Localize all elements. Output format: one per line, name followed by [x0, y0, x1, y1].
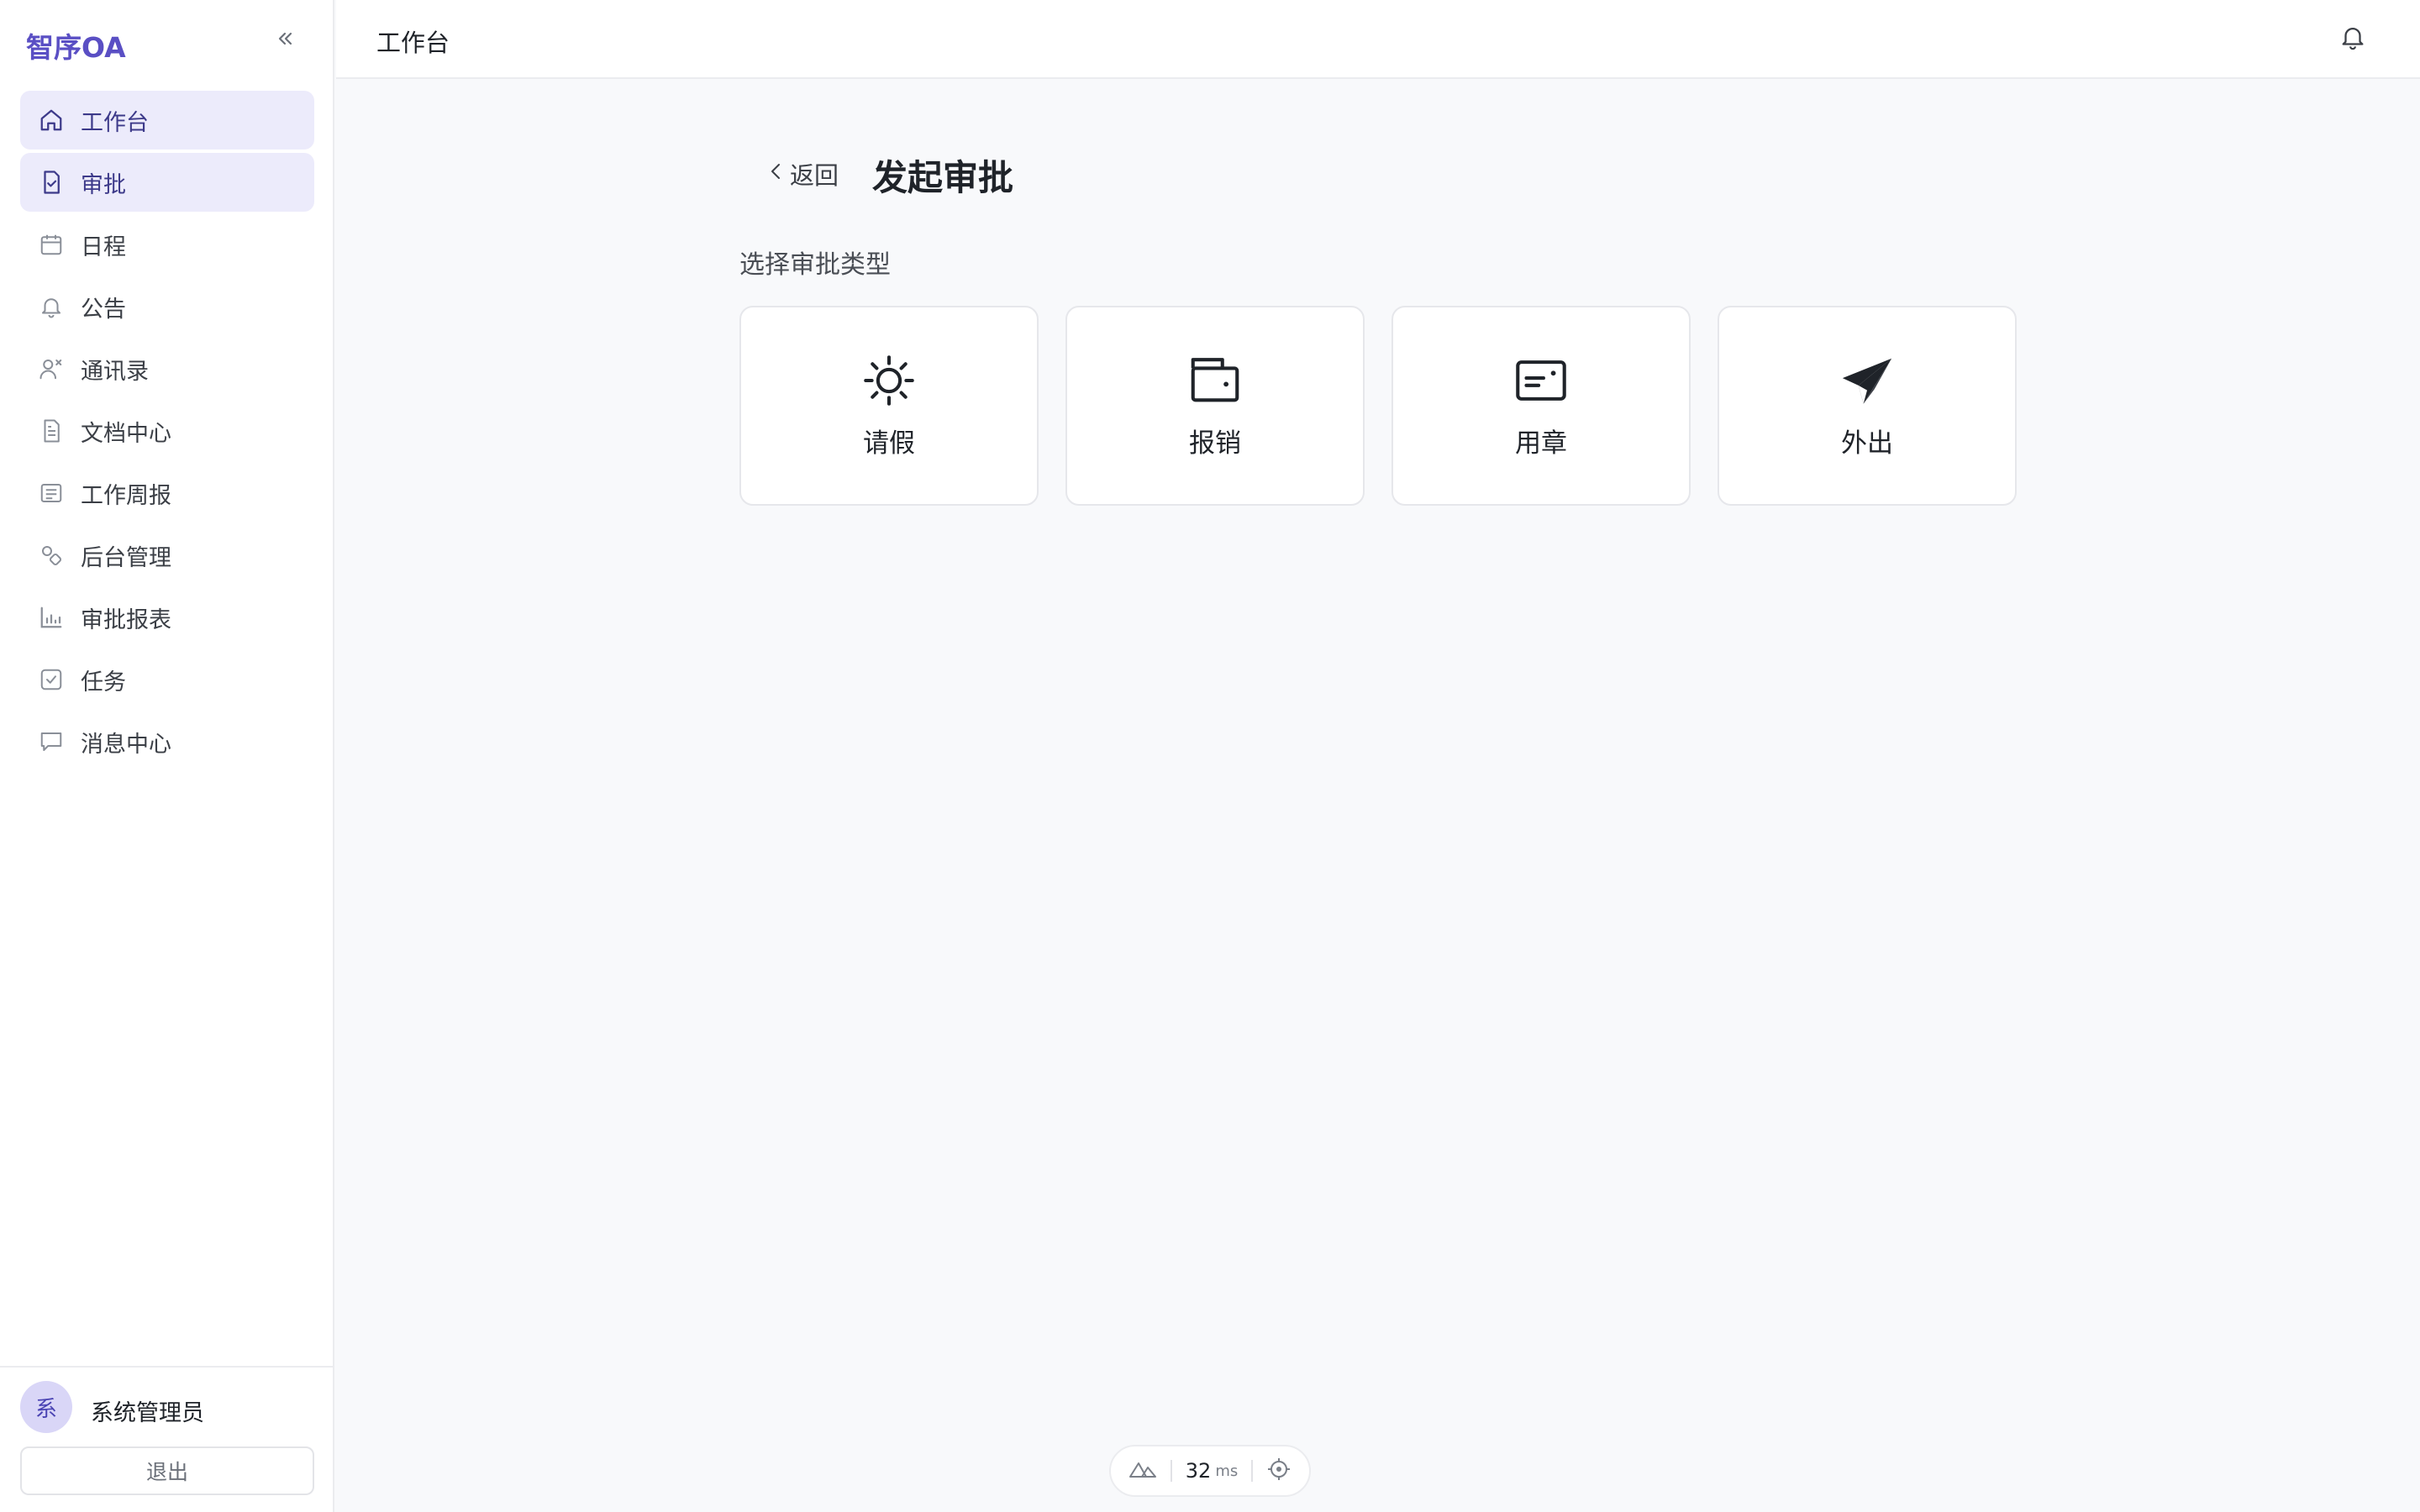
approval-type-label: 外出 [1841, 428, 1893, 459]
sidebar-collapse-button[interactable] [271, 25, 301, 55]
home-icon [39, 108, 64, 133]
approval-type-label: 用章 [1515, 428, 1567, 459]
avatar[interactable]: 系 [20, 1381, 72, 1433]
sidebar-item-label: 审批 [81, 171, 126, 198]
calendar-icon [39, 232, 64, 257]
sidebar-item-label: 通讯录 [81, 358, 149, 385]
card-icon [1512, 351, 1570, 410]
sidebar-item-schedule[interactable]: 日程 [20, 215, 314, 274]
render-time-value: 32 [1185, 1459, 1212, 1483]
sidebar-item-messages[interactable]: 消息中心 [20, 712, 314, 771]
approval-type-seal[interactable]: 用章 [1392, 306, 1691, 506]
approval-type-label: 请假 [863, 428, 915, 459]
app-brand[interactable]: 智序OA [26, 25, 126, 66]
back-label: 返回 [790, 161, 839, 190]
page-title: 发起审批 [872, 157, 1014, 198]
bell-icon [39, 294, 64, 319]
list-icon [39, 480, 64, 506]
contacts-icon [39, 356, 64, 381]
back-button[interactable]: 返回 [766, 156, 839, 192]
chevrons-left-icon [276, 29, 295, 51]
sun-icon [860, 351, 918, 410]
logout-button[interactable]: 退出 [20, 1446, 314, 1495]
mountain-logo-icon[interactable] [1128, 1459, 1157, 1483]
approval-type-reimburse[interactable]: 报销 [1065, 306, 1365, 506]
wallet-icon [1186, 351, 1244, 410]
sidebar-item-label: 工作台 [81, 109, 149, 136]
sidebar-item-workbench[interactable]: 工作台 [20, 91, 314, 150]
approval-type-list: 请假 报销 用章 外出 [739, 306, 2044, 506]
divider [1251, 1460, 1254, 1482]
crosshair-icon[interactable] [1266, 1457, 1292, 1485]
sidebar-item-label: 公告 [81, 296, 126, 323]
approval-type-label: 报销 [1189, 428, 1241, 459]
sidebar-item-label: 文档中心 [81, 420, 171, 447]
sidebar-item-admin[interactable]: 后台管理 [20, 526, 314, 585]
sidebar-item-label: 后台管理 [81, 544, 171, 571]
topbar-title: 工作台 [376, 29, 450, 57]
sidebar-footer: 系 系统管理员 退出 [0, 1366, 334, 1512]
sidebar-item-contacts[interactable]: 通讯录 [20, 339, 314, 398]
sidebar-item-label: 任务 [81, 669, 126, 696]
sidebar-item-tasks[interactable]: 任务 [20, 650, 314, 709]
document-icon [39, 418, 64, 444]
user-name: 系统管理员 [91, 1400, 204, 1426]
admin-icon [39, 543, 64, 568]
sidebar-item-weekly-report[interactable]: 工作周报 [20, 464, 314, 522]
paper-plane-icon [1838, 351, 1897, 410]
chevron-left-icon [766, 160, 790, 188]
approval-type-leave[interactable]: 请假 [739, 306, 1039, 506]
bar-chart-icon [39, 605, 64, 630]
sidebar-item-approval-report[interactable]: 审批报表 [20, 588, 314, 647]
sidebar-item-approval[interactable]: 审批 [20, 153, 314, 212]
devtools-bar: 32 ms [1109, 1445, 1311, 1497]
sidebar-nav: 工作台 审批 日程 公告 通讯录 文档中心 工作周报 后台管理 审批报表 任务 … [20, 91, 314, 774]
message-icon [39, 729, 64, 754]
section-label: 选择审批类型 [739, 250, 891, 280]
sidebar-item-label: 日程 [81, 234, 126, 260]
notifications-button[interactable] [2336, 22, 2370, 55]
sidebar-item-label: 消息中心 [81, 731, 171, 758]
sidebar-item-label: 审批报表 [81, 606, 171, 633]
checkbox-icon [39, 667, 64, 692]
top-bar: 工作台 [336, 0, 2420, 79]
sidebar-item-announcement[interactable]: 公告 [20, 277, 314, 336]
divider [1170, 1460, 1172, 1482]
render-time-unit: ms [1215, 1462, 1239, 1480]
bell-icon [2338, 23, 2367, 55]
file-check-icon [39, 170, 64, 195]
sidebar-item-documents[interactable]: 文档中心 [20, 402, 314, 460]
sidebar: 智序OA 工作台 审批 日程 公告 通讯录 文档中心 工作周报 后台管理 审批报… [0, 0, 334, 1512]
approval-type-outing[interactable]: 外出 [1718, 306, 2017, 506]
sidebar-item-label: 工作周报 [81, 482, 171, 509]
